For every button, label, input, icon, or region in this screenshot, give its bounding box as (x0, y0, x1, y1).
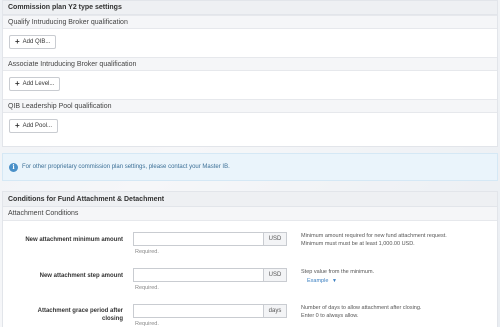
plus-icon: + (15, 37, 20, 46)
panel-title: Commission plan Y2 type settings (3, 1, 497, 15)
required-hint: Required. (135, 249, 159, 255)
add-pool-button[interactable]: + Add Pool... (9, 119, 59, 133)
add-qib-label: Add QIB... (22, 39, 51, 45)
help-line: Enter 0 to always allow. (301, 313, 359, 319)
help-line: Minimum amount required for new fund att… (301, 233, 447, 239)
qib-leadership-pool-header: QIB Leadership Pool qualification (3, 99, 497, 113)
add-level-label: Add Level... (22, 81, 55, 87)
plus-icon: + (15, 79, 20, 88)
help-line: Number of days to allow attachment after… (301, 305, 422, 311)
example-label: Example (307, 278, 329, 284)
qib-qualification-header: Qualify Intruducing Broker qualification (3, 15, 497, 29)
grace-period-input[interactable] (133, 304, 263, 318)
grace-period-help: Number of days to allow attachment after… (301, 304, 421, 320)
usd-addon: USD (263, 232, 287, 246)
panel-title: Conditions for Fund Attachment & Detachm… (3, 192, 497, 207)
min-amount-row: New attachment minimum amount USD Requir… (3, 232, 499, 262)
plus-icon: + (15, 121, 20, 130)
days-addon: days (263, 304, 287, 318)
example-link[interactable]: Example ▼ (301, 277, 374, 285)
step-amount-label: New attachment step amount (39, 273, 123, 279)
grace-period-label-line: Attachment grace period after (37, 308, 123, 314)
usd-addon: USD (263, 268, 287, 282)
min-amount-input-group: USD (133, 232, 287, 246)
grace-period-label-line: closing (101, 316, 123, 322)
required-hint: Required. (135, 321, 159, 327)
help-line: Minimum must must be at least 1,000.00 U… (301, 241, 415, 247)
info-banner: i For other proprietary commission plan … (2, 153, 498, 181)
attachment-conditions-header: Attachment Conditions (3, 207, 497, 221)
min-amount-input[interactable] (133, 232, 263, 246)
info-banner-text: For other proprietary commission plan se… (22, 164, 230, 170)
associate-ib-qualification-header: Associate Intruducing Broker qualificati… (3, 57, 497, 71)
step-amount-row: New attachment step amount USD Required.… (3, 268, 499, 298)
step-amount-help: Step value from the minimum. Example ▼ (301, 268, 374, 285)
fund-attachment-panel: Conditions for Fund Attachment & Detachm… (2, 191, 498, 327)
chevron-down-icon: ▼ (331, 278, 337, 284)
required-hint: Required. (135, 285, 159, 291)
grace-period-input-group: days (133, 304, 287, 318)
min-amount-label: New attachment minimum amount (25, 237, 123, 243)
step-amount-input[interactable] (133, 268, 263, 282)
min-amount-help: Minimum amount required for new fund att… (301, 232, 447, 248)
add-qib-button[interactable]: + Add QIB... (9, 35, 57, 49)
help-line: Step value from the minimum. (301, 269, 375, 275)
grace-period-row: Attachment grace period after closing da… (3, 304, 499, 327)
grace-period-label: Attachment grace period after closing (3, 307, 123, 323)
info-icon: i (9, 162, 18, 172)
step-amount-input-group: USD (133, 268, 287, 282)
commission-plan-y2-panel: Commission plan Y2 type settings Qualify… (2, 0, 498, 147)
add-pool-label: Add Pool... (22, 123, 53, 129)
add-level-button[interactable]: + Add Level... (9, 77, 61, 91)
